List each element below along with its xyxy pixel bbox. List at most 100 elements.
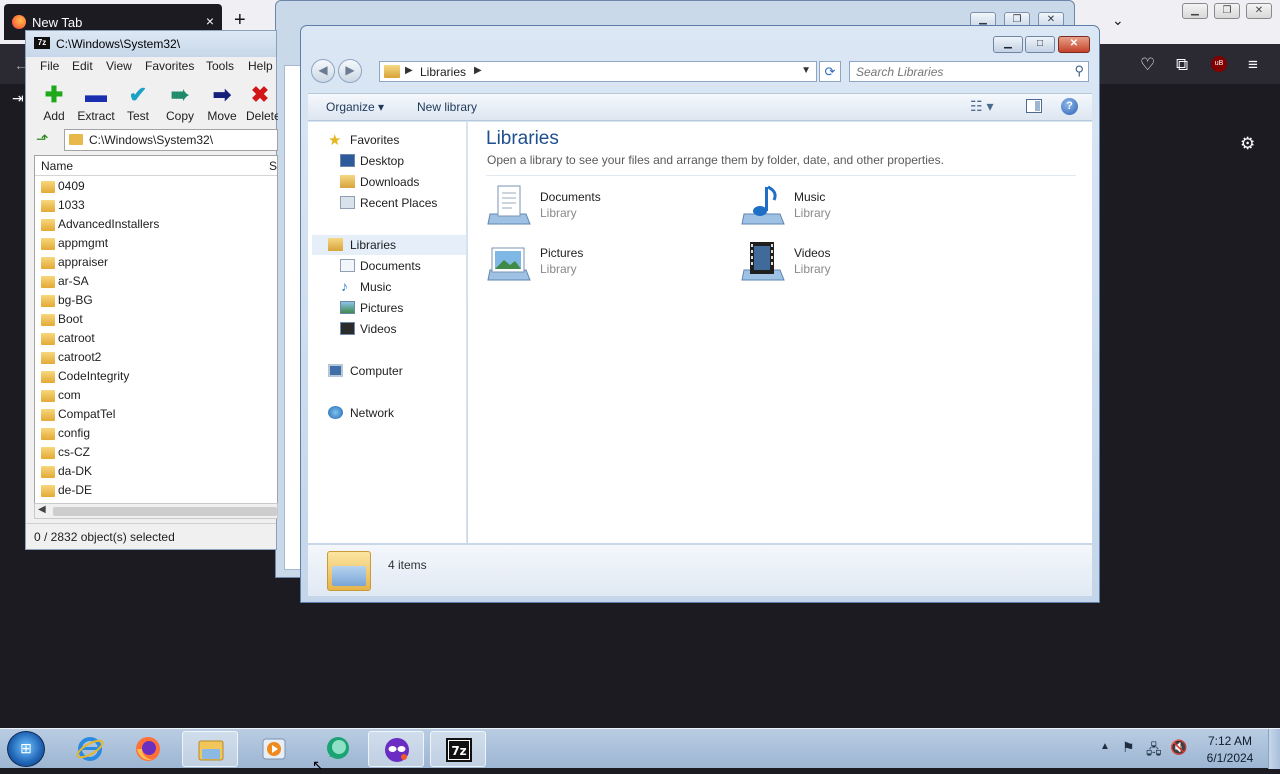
list-item[interactable]: 1033	[35, 196, 277, 215]
list-item[interactable]: da-DK	[35, 462, 277, 481]
taskbar-internet-explorer[interactable]	[62, 731, 118, 767]
refresh-button[interactable]: ⟳	[819, 61, 841, 82]
move-button[interactable]: ➡ Move	[200, 81, 244, 125]
list-item[interactable]: CompatTel	[35, 405, 277, 424]
delete-button[interactable]: ✖ Delete	[242, 81, 278, 125]
taskbar-windows-explorer[interactable]	[182, 731, 238, 767]
search-input[interactable]	[856, 64, 1064, 79]
pocket-icon[interactable]: ♡	[1140, 55, 1155, 75]
show-desktop-button[interactable]	[1268, 729, 1280, 769]
close-tab-icon[interactable]: ×	[206, 13, 214, 29]
forward-button[interactable]: ▶	[338, 59, 362, 83]
volume-muted-icon[interactable]: 🔇	[1170, 739, 1187, 756]
menu-icon[interactable]: ≡	[1248, 55, 1258, 75]
scroll-thumb[interactable]	[53, 507, 277, 516]
library-music[interactable]: Music Library	[740, 184, 980, 234]
list-item[interactable]: ar-SA	[35, 272, 277, 291]
column-name[interactable]: Name	[41, 159, 73, 173]
start-button[interactable]: ⊞	[7, 731, 45, 767]
search-icon[interactable]: ⚲	[1074, 63, 1084, 79]
clock-date[interactable]: 6/1/2024	[1190, 751, 1270, 765]
list-item[interactable]: config	[35, 424, 277, 443]
column-size[interactable]: S	[269, 159, 277, 173]
scroll-left-icon[interactable]: ◀	[38, 504, 46, 515]
list-item[interactable]: de-DE	[35, 481, 277, 500]
nav-downloads[interactable]: Downloads	[322, 172, 477, 192]
preview-pane-icon[interactable]	[1026, 99, 1042, 113]
show-hidden-icons-icon[interactable]: ▲	[1100, 741, 1110, 752]
nav-favorites[interactable]: ★ Favorites	[322, 130, 477, 150]
nav-recent-places[interactable]: Recent Places	[322, 193, 477, 213]
list-item[interactable]: bg-BG	[35, 291, 277, 310]
list-item[interactable]: CodeIntegrity	[35, 367, 277, 386]
list-item[interactable]: AdvancedInstallers	[35, 215, 277, 234]
taskbar-7zip[interactable]: 7z	[430, 731, 486, 767]
taskbar-firefox[interactable]	[120, 731, 176, 767]
horizontal-scrollbar[interactable]: ◀	[34, 503, 278, 519]
menu-edit[interactable]: Edit	[72, 59, 93, 73]
nav-libraries[interactable]: Libraries	[312, 235, 466, 255]
list-all-tabs-button[interactable]: ⌄	[1112, 12, 1124, 29]
help-icon[interactable]: ?	[1061, 98, 1078, 115]
extract-button[interactable]: ▬ Extract	[74, 81, 118, 125]
list-item[interactable]: cs-CZ	[35, 443, 277, 462]
nav-music[interactable]: ♪ Music	[322, 277, 477, 297]
library-documents[interactable]: Documents Library	[486, 184, 726, 234]
action-center-flag-icon[interactable]: ⚑	[1122, 739, 1135, 756]
copy-button[interactable]: ➠ Copy	[158, 81, 202, 125]
taskbar-privacy-app[interactable]	[368, 731, 424, 767]
up-folder-icon[interactable]: ⬏	[36, 131, 54, 149]
restore-button[interactable]: ❐	[1214, 3, 1240, 19]
organize-button[interactable]: Organize ▾	[326, 100, 384, 114]
list-item[interactable]: catroot2	[35, 348, 277, 367]
nav-desktop[interactable]: Desktop	[322, 151, 477, 171]
nav-computer[interactable]: Computer	[322, 361, 477, 381]
settings-gear-icon[interactable]: ⚙	[1240, 134, 1255, 154]
add-button[interactable]: ✚ Add	[32, 81, 76, 125]
close-button[interactable]: ✕	[1246, 3, 1272, 19]
new-tab-button[interactable]: +	[234, 10, 246, 30]
ublock-icon[interactable]: uB	[1211, 56, 1227, 72]
nav-network[interactable]: Network	[322, 403, 477, 423]
minimize-button[interactable]: ▁	[1182, 3, 1208, 19]
title-bar[interactable]: 7z C:\Windows\System32\	[26, 31, 276, 57]
breadcrumb-libraries[interactable]: Libraries	[420, 65, 466, 79]
breadcrumb-arrow-icon[interactable]: ▶	[474, 65, 482, 76]
folder-icon	[41, 352, 55, 364]
new-library-button[interactable]: New library	[417, 100, 477, 114]
nav-documents[interactable]: Documents	[322, 256, 477, 276]
nav-videos[interactable]: Videos	[322, 319, 477, 339]
network-tray-icon[interactable]: 🖧	[1146, 739, 1162, 763]
library-videos[interactable]: Videos Library	[740, 240, 980, 290]
menu-help[interactable]: Help	[248, 59, 273, 73]
library-pictures[interactable]: Pictures Library	[486, 240, 726, 290]
list-item[interactable]: appraiser	[35, 253, 277, 272]
path-input[interactable]: C:\Windows\System32\	[64, 129, 278, 151]
change-view-icon[interactable]: ☷ ▾	[970, 98, 993, 115]
address-dropdown-icon[interactable]: ▼	[801, 65, 811, 76]
taskbar-media-player[interactable]	[246, 731, 302, 767]
sign-in-icon[interactable]: ⇥	[12, 90, 24, 107]
test-button[interactable]: ✔ Test	[116, 81, 160, 125]
menu-tools[interactable]: Tools	[206, 59, 234, 73]
list-item[interactable]: catroot	[35, 329, 277, 348]
address-bar[interactable]: ▶ Libraries ▶ ▼	[379, 61, 817, 82]
extensions-icon[interactable]: ⧉	[1176, 55, 1188, 75]
clock-time[interactable]: 7:12 AM	[1190, 734, 1270, 748]
close-button[interactable]: ✕	[1058, 36, 1090, 53]
menu-file[interactable]: File	[40, 59, 59, 73]
minimize-button[interactable]: ▁	[993, 36, 1023, 53]
list-item[interactable]: appmgmt	[35, 234, 277, 253]
menu-favorites[interactable]: Favorites	[145, 59, 194, 73]
folder-icon	[41, 466, 55, 478]
file-list[interactable]: Name S 0409 1033 AdvancedInstallers appm…	[34, 155, 278, 519]
list-item[interactable]: Boot	[35, 310, 277, 329]
search-box[interactable]: ⚲	[849, 61, 1089, 82]
back-button[interactable]: ◀	[311, 59, 335, 83]
nav-pictures[interactable]: Pictures	[322, 298, 477, 318]
menu-view[interactable]: View	[106, 59, 132, 73]
maximize-button[interactable]: □	[1025, 36, 1055, 53]
list-item[interactable]: com	[35, 386, 277, 405]
list-item[interactable]: 0409	[35, 177, 277, 196]
breadcrumb-arrow-icon[interactable]: ▶	[405, 65, 413, 76]
